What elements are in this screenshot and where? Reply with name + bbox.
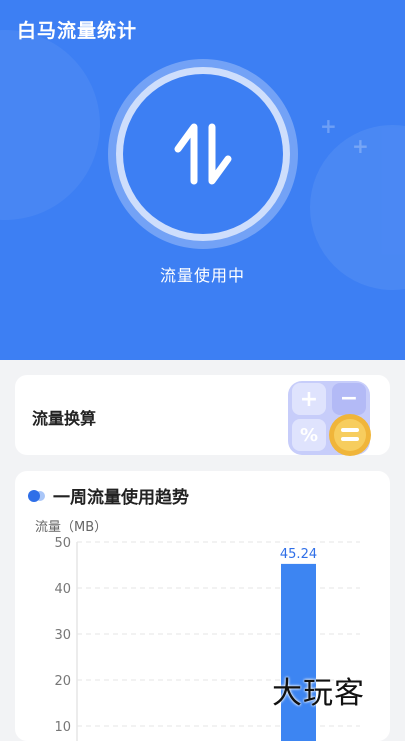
traffic-conversion-card[interactable]: 流量换算 + − % — [15, 375, 390, 456]
chart-bar — [281, 563, 316, 741]
svg-text:%: % — [300, 425, 318, 446]
decor-plus-icon: + — [352, 134, 369, 158]
y-tick-label: 10 — [54, 720, 71, 735]
y-axis-unit-label: 流量（MB） — [35, 520, 107, 535]
y-tick-label: 40 — [54, 582, 71, 597]
hero-section: + + 白马流量统计 流量使用中 — [0, 0, 405, 360]
bar-data-label: 45.24 — [280, 547, 317, 562]
traffic-conversion-label: 流量换算 — [32, 409, 97, 428]
y-tick-label: 30 — [54, 628, 71, 643]
traffic-status-text: 流量使用中 — [159, 266, 245, 285]
y-tick-label: 20 — [54, 674, 71, 689]
calculator-icon: + − % — [288, 381, 371, 456]
app-title: 白马流量统计 — [17, 20, 138, 42]
traffic-status-dial[interactable] — [108, 59, 298, 249]
watermark-logo: 大玩客 — [272, 676, 365, 711]
svg-text:−: − — [340, 386, 358, 411]
decor-plus-icon: + — [320, 114, 337, 138]
up-down-arrows-icon — [174, 123, 232, 185]
decor-circle — [0, 30, 100, 220]
y-tick-label: 50 — [54, 536, 71, 551]
svg-text:+: + — [300, 387, 318, 412]
